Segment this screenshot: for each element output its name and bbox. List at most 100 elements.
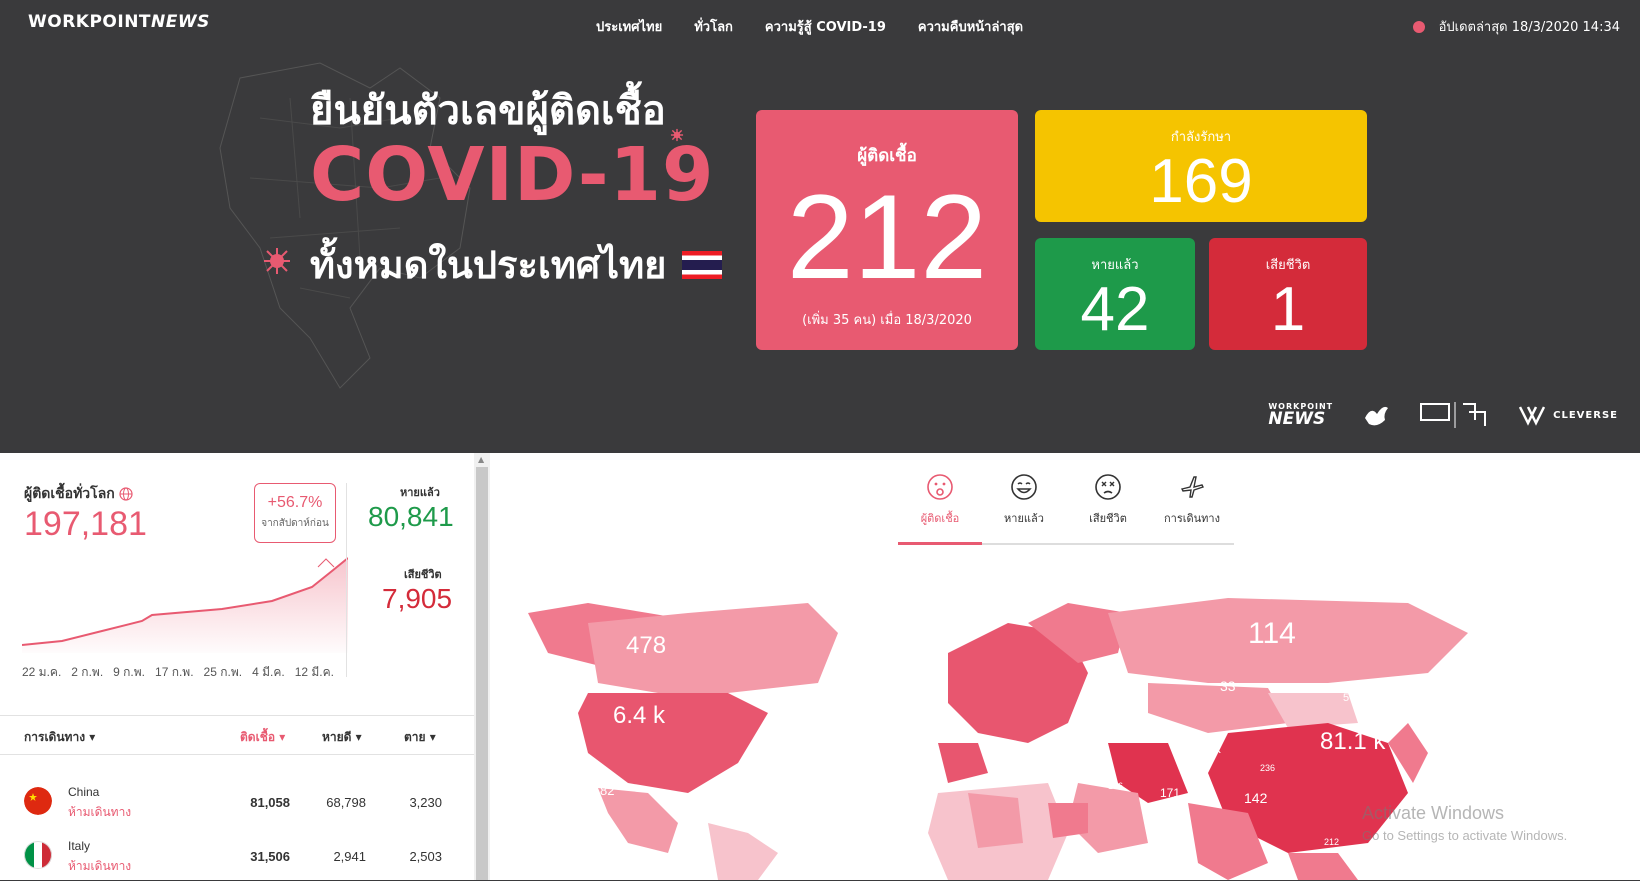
hero-section: ยืนยันตัวเลขผู้ติดเชื้อ COVID-19 ทั้งหมด…	[0, 48, 1640, 453]
world-recovered-value: 80,841	[368, 501, 454, 532]
world-dead-label: เสียชีวิต	[404, 568, 442, 581]
italy-flag-icon	[24, 841, 52, 869]
university-logo-icon[interactable]	[1419, 400, 1491, 430]
globe-icon	[119, 487, 133, 501]
travel-status: ห้ามเดินทาง	[68, 859, 132, 873]
live-dot-icon	[1412, 20, 1425, 33]
tab-travel[interactable]: การเดินทาง	[1150, 473, 1234, 545]
world-trend-chart	[22, 557, 348, 653]
trend-dates: 22 ม.ค. 2 ก.พ. 9 ก.พ. 17 ก.พ. 25 ก.พ. 4 …	[22, 663, 334, 682]
table-row[interactable]: China ห้ามเดินทาง 81,058 68,798 3,230	[0, 773, 474, 827]
col-recovered[interactable]: หายดี ▾	[322, 728, 362, 747]
tab-recovered[interactable]: หายแล้ว	[982, 473, 1066, 545]
tooltip-pointer	[317, 558, 335, 568]
country-caribbean[interactable]	[708, 823, 778, 880]
treating-label: กำลังรักษา	[1170, 130, 1232, 145]
dead-label: เสียชีวิต	[1265, 258, 1311, 273]
dead-value: 1	[1270, 275, 1306, 344]
dead-card: เสียชีวิต 1	[1209, 238, 1367, 350]
infected-sub: (เพิ่ม 35 คน) เมื่อ 18/3/2020	[802, 313, 972, 328]
date-label: 12 มี.ค.	[294, 665, 334, 679]
update-status: อัปเดตล่าสุด 18/3/2020 14:34	[1412, 16, 1620, 37]
scrollbar[interactable]: ▲	[474, 453, 490, 880]
recovered-value: 42	[1080, 275, 1150, 344]
hero-subtitle-text: ทั้งหมดในประเทศไทย	[310, 243, 667, 287]
world-total: 197,181	[24, 505, 147, 543]
tab-dead[interactable]: เสียชีวิต	[1066, 473, 1150, 545]
top-bar: WORKPOINTNEWS ประเทศไทย ทั่วโลก ความรู้ส…	[0, 0, 1640, 58]
recovered-cell: 68,798	[326, 795, 366, 810]
cleverse-text: CLEVERSE	[1553, 409, 1618, 421]
world-label-text: ผู้ติดเชื้อทั่วโลก	[24, 486, 115, 502]
country-spain[interactable]	[938, 743, 988, 783]
weekly-change-box: +56.7% จากสัปดาห์ก่อน	[254, 483, 336, 543]
airplane-icon	[1180, 476, 1204, 498]
watermark-line2: Go to Settings to activate Windows.	[1362, 828, 1568, 843]
country-thailand[interactable]	[1288, 853, 1358, 880]
virus-icon	[264, 248, 290, 274]
world-dead-value: 7,905	[382, 583, 453, 614]
dead-cell: 2,503	[409, 849, 442, 864]
scroll-up-arrow-icon[interactable]: ▲	[478, 455, 484, 464]
bird-logo-icon[interactable]	[1361, 400, 1391, 430]
country-name: China	[68, 785, 100, 799]
map-label-canada: 478	[626, 632, 666, 659]
world-label: ผู้ติดเชื้อทั่วโลก	[24, 483, 133, 505]
map-label-iran: 16.2 k	[1188, 742, 1222, 756]
map-label-mexico: 82	[600, 783, 614, 798]
tab-infected-label: ผู้ติดเชื้อ	[920, 512, 960, 525]
recovered-cell: 2,941	[333, 849, 366, 864]
world-recovered-label: หายแล้ว	[400, 486, 440, 499]
tab-dead-label: เสียชีวิต	[1089, 512, 1127, 525]
country-egypt[interactable]	[1048, 803, 1088, 838]
map-label-egypt: 196	[1108, 781, 1123, 791]
dead-cell: 3,230	[409, 795, 442, 810]
recovered-label: หายแล้ว	[1091, 258, 1139, 273]
wp-bottom-text: NEWS	[1268, 408, 1326, 429]
update-text: อัปเดตล่าสุด 18/3/2020 14:34	[1438, 20, 1620, 35]
map-label-usa: 6.4 k	[613, 702, 666, 729]
map-tabs: ผู้ติดเชื้อ หายแล้ว เสียชีวิต การเดินทาง	[898, 473, 1234, 545]
scrollbar-thumb[interactable]	[476, 467, 488, 880]
map-label-china: 81.1 k	[1320, 728, 1386, 755]
tab-travel-label: การเดินทาง	[1164, 512, 1220, 525]
happy-face-icon	[1011, 474, 1037, 500]
map-label-saudi: 171	[1160, 786, 1180, 800]
map-label-algeria: 60	[1008, 770, 1022, 784]
treating-value: 169	[1149, 147, 1253, 216]
date-label: 9 ก.พ.	[113, 665, 146, 679]
hero-covid: COVID-19	[310, 132, 715, 218]
treating-card: กำลังรักษา 169	[1035, 110, 1367, 222]
recovered-card: หายแล้ว 42	[1035, 238, 1195, 350]
tab-infected[interactable]: ผู้ติดเชื้อ	[898, 473, 982, 545]
infected-cell: 31,506	[250, 849, 290, 864]
workpoint-news-logo[interactable]: WORKPOINT NEWS	[1268, 402, 1333, 429]
workpoint-logo[interactable]: WORKPOINTNEWS	[28, 12, 210, 32]
table-header: การเดินทาง ▾ ติดเชื้อ ▾ หายดี ▾ ตาย ▾	[0, 715, 474, 755]
logo-italic-text: NEWS	[151, 12, 210, 32]
china-flag-icon	[24, 787, 52, 815]
col-infected[interactable]: ติดเชื้อ ▾	[240, 728, 285, 747]
infected-card: ผู้ติดเชื้อ 212 (เพิ่ม 35 คน) เมื่อ 18/3…	[756, 110, 1018, 350]
date-label: 22 ม.ค.	[22, 665, 62, 679]
partner-logos: WORKPOINT NEWS CLEVERSE	[1268, 400, 1618, 430]
lower-section: ผู้ติดเชื้อทั่วโลก 197,181 +56.7% จากสัป…	[0, 453, 1640, 880]
infected-cell: 81,058	[250, 795, 290, 810]
cleverse-logo[interactable]: CLEVERSE	[1519, 404, 1618, 426]
country-usa[interactable]	[578, 693, 768, 793]
table-row[interactable]: Italy ห้ามเดินทาง 31,506 2,941 2,503	[0, 827, 474, 881]
country-kazakhstan[interactable]	[1148, 683, 1288, 733]
col-dead[interactable]: ตาย ▾	[404, 728, 436, 747]
date-label: 17 ก.พ.	[155, 665, 194, 679]
map-label-kazakhstan: 33	[1220, 678, 1236, 694]
virus-small-icon	[670, 128, 684, 142]
world-summary-panel: ผู้ติดเชื้อทั่วโลก 197,181 +56.7% จากสัป…	[0, 453, 474, 880]
divider	[346, 483, 347, 677]
col-travel[interactable]: การเดินทาง ▾	[24, 728, 95, 747]
date-label: 25 ก.พ.	[203, 665, 243, 679]
weekly-change-sub: จากสัปดาห์ก่อน	[261, 518, 329, 529]
map-label-russia: 114	[1248, 617, 1296, 650]
date-label: 2 ก.พ.	[71, 665, 104, 679]
thai-flag-icon	[682, 250, 723, 279]
watermark-line1: Activate Windows	[1362, 803, 1505, 823]
